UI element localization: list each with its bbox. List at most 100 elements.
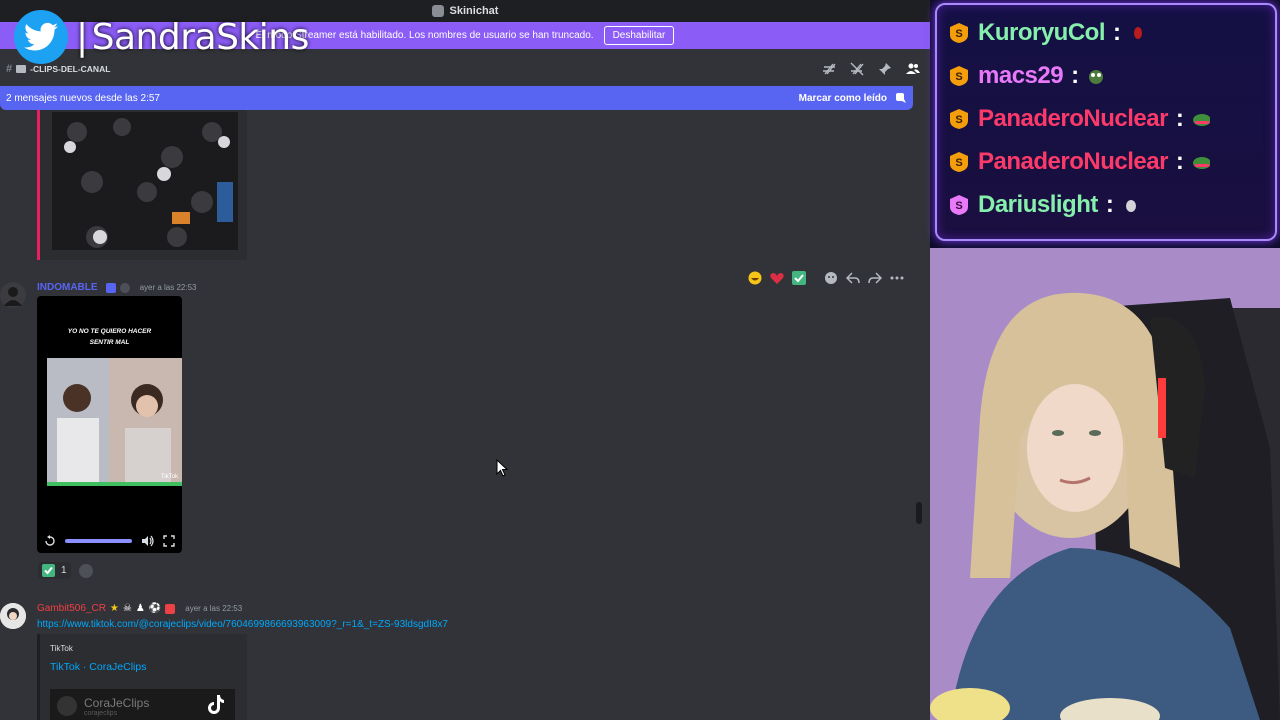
- x-badge-icon: [165, 603, 176, 614]
- chat-username: PanaderoNuclear: [978, 148, 1168, 175]
- timestamp: ayer a las 22:53: [139, 283, 197, 292]
- twitter-icon: [14, 10, 68, 64]
- message-actions-bar: [748, 268, 904, 288]
- mouse-cursor-icon: [496, 458, 509, 482]
- emote-icon: [1192, 153, 1210, 171]
- embed-provider: TikTok: [50, 644, 73, 653]
- channel-toolbar: [822, 62, 920, 76]
- embed-preview-name: CoraJeClips: [84, 696, 150, 710]
- avatar[interactable]: [0, 603, 26, 629]
- emote-icon: [1192, 110, 1210, 128]
- chat-message: S KuroryuCol :: [948, 18, 1147, 48]
- stream-chat-overlay: S KuroryuCol : S macs29 : S PanaderoNucl…: [930, 0, 1280, 248]
- fullscreen-icon[interactable]: [162, 534, 176, 548]
- svg-text:S: S: [955, 28, 962, 40]
- chat-colon: :: [1071, 62, 1080, 89]
- chat-colon: :: [1105, 191, 1114, 218]
- threads-icon[interactable]: [822, 62, 836, 76]
- scrollbar-thumb[interactable]: [916, 502, 922, 524]
- chat-message: S PanaderoNuclear :: [948, 104, 1210, 134]
- video-frame: [47, 358, 182, 486]
- new-messages-text: 2 mensajes nuevos desde las 2:57: [6, 92, 160, 104]
- embed-preview-handle: corajeclips: [84, 710, 118, 717]
- message-reactions: 1: [38, 562, 93, 579]
- chat-colon: :: [1175, 105, 1184, 132]
- subscriber-badge-icon: S: [948, 22, 970, 44]
- video-player[interactable]: YO NO TE QUIERO HACER SENTIR MAL TikTok: [37, 296, 182, 553]
- timestamp: ayer a las 22:53: [185, 604, 243, 613]
- subscriber-badge-icon: S: [948, 108, 970, 130]
- svg-text:S: S: [955, 200, 962, 212]
- video-caption-line-2: SENTIR MAL: [89, 339, 130, 346]
- emote-icon: [1122, 196, 1140, 214]
- check-emoji-icon[interactable]: [792, 271, 806, 285]
- svg-text:S: S: [955, 114, 962, 126]
- subscriber-badge-icon: S: [948, 194, 970, 216]
- server-tag-icon: [119, 282, 130, 293]
- previous-video-embed: [37, 110, 247, 260]
- username[interactable]: Gambit506_CR: [37, 603, 106, 614]
- mark-as-read-button[interactable]: Marcar como leído: [799, 91, 907, 105]
- preview-avatar-icon: [57, 696, 77, 716]
- new-messages-bar[interactable]: 2 mensajes nuevos desde las 2:57 Marcar …: [0, 86, 913, 110]
- subscriber-badge-icon: S: [948, 151, 970, 173]
- replay-icon[interactable]: [43, 534, 57, 548]
- discord-window: Skinichat El modo Streamer está habilita…: [0, 0, 930, 720]
- hash-icon: #: [6, 63, 13, 75]
- video-progress-bar[interactable]: [65, 539, 132, 543]
- pin-icon[interactable]: [878, 62, 892, 76]
- add-reaction-icon[interactable]: [78, 563, 93, 578]
- mute-icon[interactable]: [850, 62, 864, 76]
- chat-username: PanaderoNuclear: [978, 105, 1168, 132]
- video-controls: [37, 529, 182, 553]
- emote-icon: [1087, 67, 1105, 85]
- role-badge-icon: [105, 282, 116, 293]
- stream-brand-overlay: | SandraSkins: [14, 10, 309, 64]
- embed-title[interactable]: TikTok · CoraJeClips: [50, 661, 146, 673]
- chat-message: S macs29 :: [948, 61, 1105, 91]
- svg-text:S: S: [955, 157, 962, 169]
- forward-icon[interactable]: [868, 271, 882, 285]
- webcam-feed: [930, 248, 1280, 720]
- reply-icon[interactable]: [846, 271, 860, 285]
- person-icon: ♟: [135, 603, 145, 614]
- tiktok-link[interactable]: https://www.tiktok.com/@corajeclips/vide…: [37, 619, 448, 630]
- check-emoji-icon: [42, 564, 55, 577]
- heart-emoji-icon[interactable]: [770, 271, 784, 285]
- username[interactable]: INDOMABLE: [37, 282, 98, 293]
- disable-streamer-mode-button[interactable]: Deshabilitar: [603, 26, 675, 45]
- members-icon[interactable]: [906, 62, 920, 76]
- volume-icon[interactable]: [140, 534, 154, 548]
- tiktok-embed: TikTok TikTok · CoraJeClips CoraJeClips …: [37, 634, 247, 720]
- chat-colon: :: [1113, 19, 1121, 46]
- reaction-check[interactable]: 1: [38, 562, 71, 579]
- window-title: Skinichat: [449, 5, 499, 17]
- subscriber-badge-icon: S: [948, 65, 970, 87]
- video-caption-line-1: YO NO TE QUIERO HACER: [67, 328, 152, 335]
- skull-icon: ☠: [122, 603, 132, 614]
- chat-colon: :: [1175, 148, 1184, 175]
- tiktok-logo-icon: [208, 695, 224, 714]
- trophy-icon: ★: [109, 603, 119, 614]
- chat-username: Dariuslight: [978, 191, 1098, 218]
- tiktok-watermark: TikTok: [160, 474, 178, 480]
- video-caption: YO NO TE QUIERO HACER SENTIR MAL: [37, 326, 182, 348]
- channel-icon: [16, 62, 27, 76]
- message-header: INDOMABLE ayer a las 22:53: [37, 282, 197, 293]
- ball-icon: ⚽: [148, 603, 162, 614]
- laughing-emoji-icon[interactable]: [748, 271, 762, 285]
- embed-thumbnail[interactable]: CoraJeClips corajeclips: [50, 689, 235, 720]
- more-icon[interactable]: [890, 271, 904, 285]
- mark-read-icon: [893, 91, 907, 105]
- reaction-count: 1: [61, 565, 67, 576]
- channel-name: -CLIPS-DEL-CANAL: [30, 64, 111, 74]
- add-reaction-icon[interactable]: [824, 271, 838, 285]
- avatar[interactable]: [0, 282, 26, 308]
- message-header: Gambit506_CR ★ ☠ ♟ ⚽ ayer a las 22:53: [37, 603, 242, 614]
- video-thumbnail[interactable]: [52, 112, 238, 250]
- svg-text:S: S: [955, 71, 962, 83]
- chat-scrollbar[interactable]: [916, 110, 922, 720]
- mark-as-read-label: Marcar como leído: [798, 92, 887, 104]
- app-icon: [431, 5, 444, 17]
- brand-handle: | SandraSkins: [76, 16, 309, 58]
